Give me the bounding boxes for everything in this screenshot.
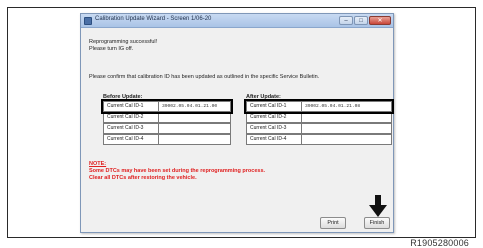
after-cal-id-2-row: Current Cal ID-2 <box>246 112 392 123</box>
before-cal-id-2-value <box>159 112 231 123</box>
print-button[interactable]: Print <box>320 217 346 229</box>
note-line-2: Clear all DTCs after restoring the vehic… <box>89 175 197 181</box>
before-cal-id-2-row: Current Cal ID-2 <box>103 112 231 123</box>
after-cal-id-4-row: Current Cal ID-4 <box>246 134 392 145</box>
finish-button[interactable]: Finish <box>364 217 390 229</box>
before-cal-id-1-value: 39002.05.04.01.21.00 <box>159 101 231 112</box>
figure-id: R1905280006 <box>410 238 469 248</box>
after-cal-id-3-value <box>302 123 392 134</box>
note-line-1: Some DTCs may have been set during the r… <box>89 168 266 174</box>
note-heading: NOTE: <box>89 161 107 167</box>
after-cal-id-2-value <box>302 112 392 123</box>
arrow-down-icon <box>369 195 387 217</box>
before-update-heading: Before Update: <box>103 94 143 100</box>
app-icon <box>84 17 92 25</box>
after-cal-id-1-value: 39002.05.04.01.21.08 <box>302 101 392 112</box>
after-cal-id-1-row: Current Cal ID-1 39002.05.04.01.21.08 <box>246 101 392 112</box>
after-cal-id-3-row: Current Cal ID-3 <box>246 123 392 134</box>
after-cal-id-3-label: Current Cal ID-3 <box>246 123 302 134</box>
before-cal-id-1-label: Current Cal ID-1 <box>103 101 159 112</box>
before-cal-id-3-value <box>159 123 231 134</box>
before-cal-id-2-label: Current Cal ID-2 <box>103 112 159 123</box>
ignition-off-message: Please turn IG off. <box>89 46 134 52</box>
close-button[interactable]: ✕ <box>369 16 391 25</box>
before-cal-id-4-value <box>159 134 231 145</box>
success-message: Reprogramming successful! <box>89 39 158 45</box>
after-cal-id-2-label: Current Cal ID-2 <box>246 112 302 123</box>
before-cal-id-1-row: Current Cal ID-1 39002.05.04.01.21.00 <box>103 101 231 112</box>
before-cal-id-3-row: Current Cal ID-3 <box>103 123 231 134</box>
before-cal-id-3-label: Current Cal ID-3 <box>103 123 159 134</box>
maximize-button[interactable]: □ <box>354 16 368 25</box>
after-cal-id-4-label: Current Cal ID-4 <box>246 134 302 145</box>
calibration-wizard-window: Calibration Update Wizard - Screen 1/06-… <box>80 13 394 233</box>
confirm-message: Please confirm that calibration ID has b… <box>89 74 320 80</box>
after-update-heading: After Update: <box>246 94 281 100</box>
after-cal-id-4-value <box>302 134 392 145</box>
window-title: Calibration Update Wizard - Screen 1/06-… <box>95 16 212 22</box>
before-cal-id-4-label: Current Cal ID-4 <box>103 134 159 145</box>
after-cal-id-1-label: Current Cal ID-1 <box>246 101 302 112</box>
before-cal-id-4-row: Current Cal ID-4 <box>103 134 231 145</box>
minimize-button[interactable]: – <box>339 16 353 25</box>
title-bar[interactable]: Calibration Update Wizard - Screen 1/06-… <box>81 14 393 28</box>
